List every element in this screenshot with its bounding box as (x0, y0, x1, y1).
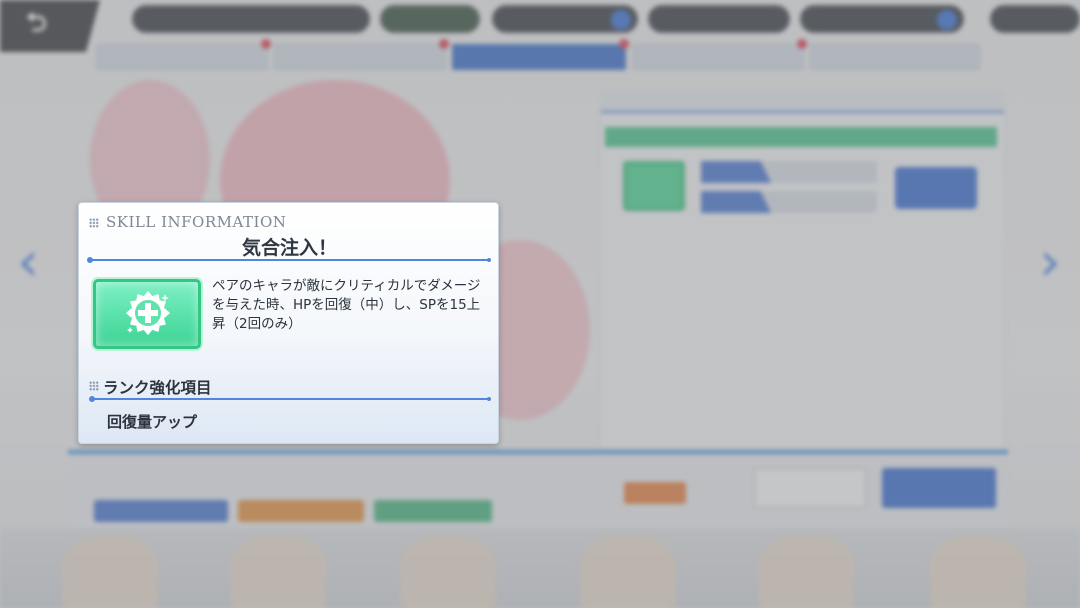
rank-item: 回復量アップ (107, 413, 198, 431)
dots-decoration (89, 218, 99, 228)
green-plus-badge-icon (93, 279, 201, 349)
rank-section-title: ランク強化項目 (103, 379, 212, 397)
modal-header-en: SKILL INFORMATION (106, 213, 287, 231)
skill-description: ペアのキャラが敵にクリティカルでダメージを与えた時、HPを回復（中）し、SPを1… (212, 278, 481, 332)
title-divider (87, 257, 491, 263)
skill-info-modal: SKILL INFORMATION 気合注入！ ペアのキャラが敵にクリティカルで… (78, 202, 499, 444)
dots-decoration (89, 381, 99, 391)
rank-divider (89, 396, 491, 402)
skill-name: 気合注入！ (241, 237, 337, 259)
